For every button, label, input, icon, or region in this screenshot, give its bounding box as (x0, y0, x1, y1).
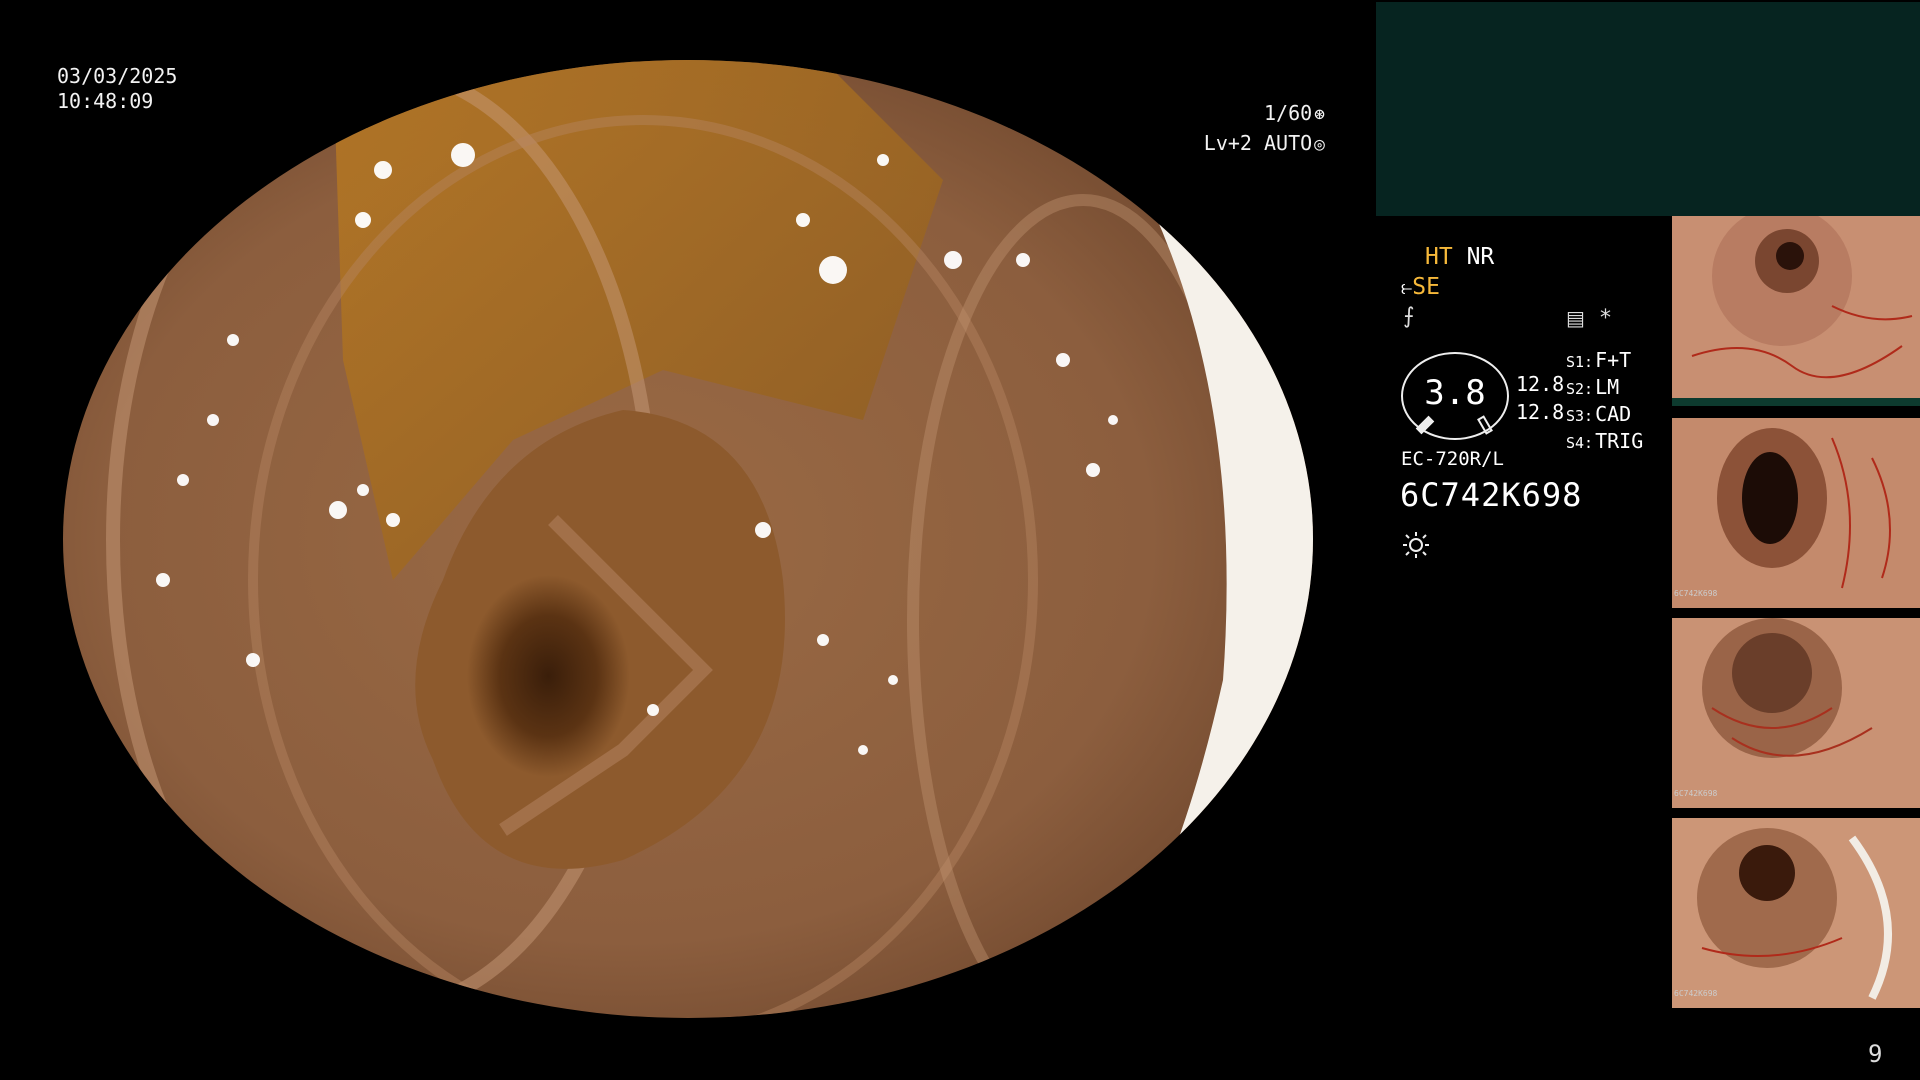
memo-icon: ▤ (1566, 306, 1585, 330)
se-mode-icon: ⥼ (1401, 275, 1413, 299)
date-text: 03/03/2025 (57, 64, 178, 88)
switch-assignment-list: S1: F+T S2: LM S3: CAD S4: TRIG (1566, 348, 1643, 456)
exposure-display: 1/60 ⊛ Lv+2 AUTO ◎ (1195, 99, 1325, 159)
switch-row: S4: TRIG (1566, 429, 1644, 453)
freeze-icon: ⨍ (1403, 304, 1415, 329)
switch-row: S2: LM (1566, 375, 1620, 399)
thumbnail-1[interactable] (1672, 216, 1920, 406)
thumbnail-3[interactable]: 6C742K698 (1672, 618, 1920, 808)
shutter-text: 1/60 (1263, 101, 1313, 125)
gauge-value: 3.8 (1424, 373, 1486, 413)
colon-lumen-image (63, 60, 1313, 1018)
thumbnail-label: 6C742K698 (1674, 989, 1718, 998)
magnification-gauge: 3.8 (1401, 352, 1509, 440)
ht-mode-label: HT (1425, 244, 1453, 270)
ratio-2: 12.8 (1516, 400, 1565, 424)
thumbnail-bar (1672, 398, 1920, 406)
nr-mode-label: NR (1466, 244, 1495, 270)
thumbnail-image (1672, 818, 1920, 1008)
thumbnail-2[interactable]: 6C742K698 (1672, 418, 1920, 608)
endoscope-main-view (63, 60, 1313, 1018)
auto-iris-icon: ◎ (1314, 134, 1325, 155)
thumbnail-label: 6C742K698 (1674, 789, 1718, 798)
scope-serial: 6C742K698 (1400, 476, 1583, 514)
se-mode-label: SE (1412, 274, 1440, 300)
enhance-mode-line: HT NR (1425, 244, 1494, 270)
switch-row: S1: F+T (1566, 348, 1632, 372)
ratio-1: 12.8 (1516, 372, 1565, 396)
scope-model: EC-720R/L (1401, 448, 1504, 470)
thumbnail-4[interactable]: 6C742K698 (1672, 818, 1920, 1008)
light-icon (1403, 532, 1429, 558)
datetime-display: 03/03/2025 10:48:09 (57, 64, 177, 114)
se-mode-line: ⥼SE (1401, 274, 1440, 300)
level-text: Lv+2 AUTO (1203, 131, 1313, 155)
switch-row: S3: CAD (1566, 402, 1632, 426)
aperture-icon: ⊛ (1314, 104, 1325, 125)
endoscopy-screen: 03/03/2025 10:48:09 1/60 ⊛ Lv+2 AUTO ◎ HT … (0, 0, 1920, 1080)
thumbnail-image (1672, 418, 1920, 608)
gauge-left-marker (1415, 415, 1435, 435)
page-number: 9 (1868, 1040, 1883, 1068)
time-text: 10:48:09 (57, 89, 154, 113)
asterisk-marker: * (1600, 306, 1611, 331)
thumbnail-image (1672, 216, 1920, 406)
thumbnail-label: 6C742K698 (1674, 589, 1718, 598)
info-panel-header (1376, 2, 1920, 216)
thumbnail-image (1672, 618, 1920, 808)
gauge-right-marker (1477, 415, 1493, 435)
